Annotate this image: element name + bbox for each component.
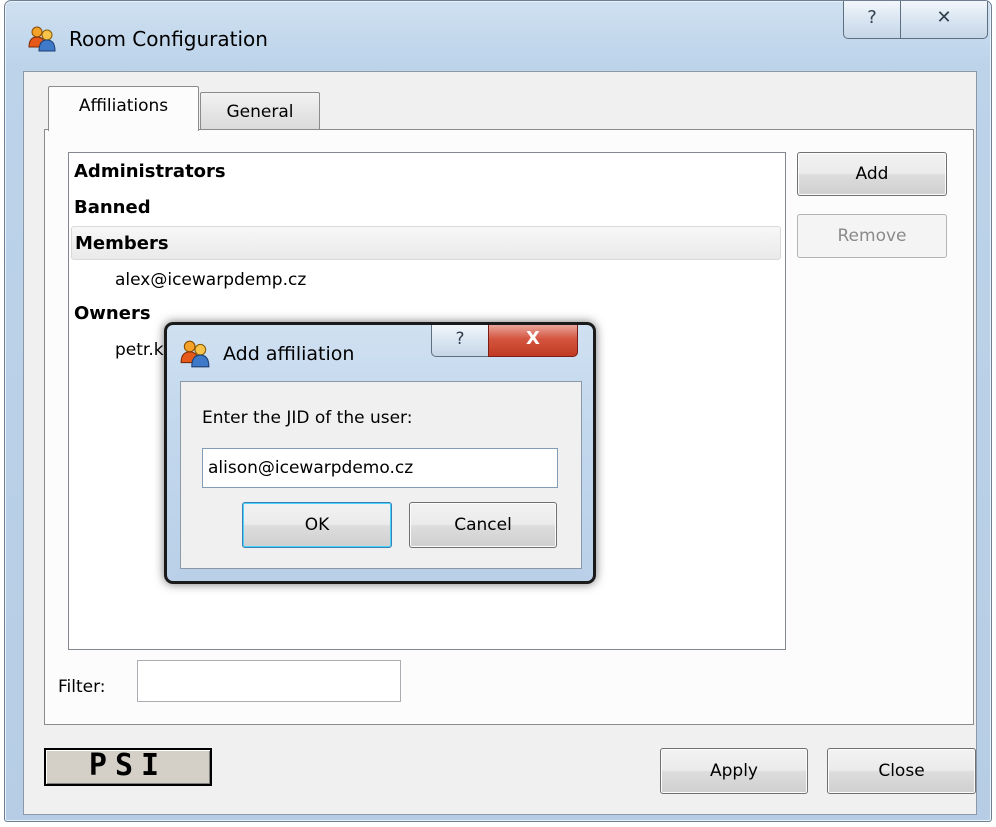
- users-icon: [27, 25, 57, 53]
- tree-group-members[interactable]: Members: [71, 226, 781, 260]
- psi-logo: PSI: [44, 748, 212, 786]
- jid-prompt-label: Enter the JID of the user:: [202, 408, 413, 428]
- users-icon: [179, 339, 211, 369]
- tree-group-owners[interactable]: Owners: [74, 297, 151, 331]
- remove-button[interactable]: Remove: [797, 214, 947, 258]
- help-icon: ?: [867, 7, 877, 28]
- dialog-help-button[interactable]: ?: [431, 325, 489, 357]
- ok-button[interactable]: OK: [242, 502, 392, 548]
- dialog-close-button[interactable]: X: [488, 325, 578, 357]
- filter-label: Filter:: [58, 677, 106, 697]
- tree-group-administrators[interactable]: Administrators: [74, 155, 226, 189]
- window-title: Room Configuration: [69, 27, 268, 51]
- tab-affiliations[interactable]: Affiliations: [48, 86, 199, 131]
- tree-item-member[interactable]: alex@icewarpdemp.cz: [115, 263, 306, 297]
- title-bar[interactable]: Room Configuration ? ✕: [5, 1, 991, 71]
- close-button[interactable]: Close: [827, 748, 976, 794]
- close-icon: X: [526, 328, 540, 349]
- close-icon: ✕: [936, 7, 952, 28]
- close-window-button[interactable]: ✕: [900, 1, 988, 39]
- tree-item-owner[interactable]: petr.k: [115, 333, 164, 367]
- tab-general[interactable]: General: [200, 92, 320, 132]
- dialog-client-area: Enter the JID of the user: alison@icewar…: [180, 381, 582, 569]
- add-affiliation-dialog: Add affiliation ? X Enter the JID of the…: [164, 322, 596, 584]
- tree-group-banned[interactable]: Banned: [74, 191, 151, 225]
- apply-button[interactable]: Apply: [660, 748, 808, 794]
- help-icon: ?: [455, 329, 465, 349]
- dialog-title: Add affiliation: [223, 343, 355, 365]
- help-button[interactable]: ?: [843, 1, 901, 39]
- jid-input[interactable]: alison@icewarpdemo.cz: [202, 448, 558, 488]
- filter-input[interactable]: [137, 660, 401, 702]
- cancel-button[interactable]: Cancel: [409, 502, 557, 548]
- add-button[interactable]: Add: [797, 152, 947, 196]
